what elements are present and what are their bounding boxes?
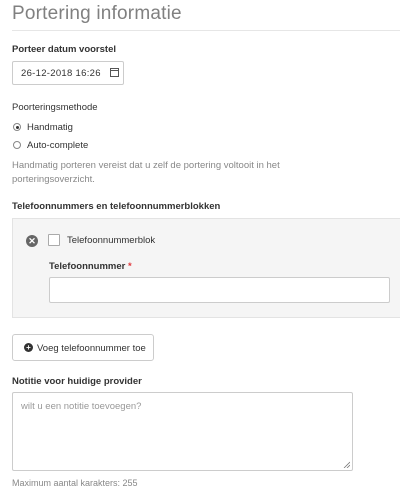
max-characters-text: Maximum aantal karakters: 255 bbox=[12, 478, 138, 488]
radio-auto-complete-label[interactable]: Auto-complete bbox=[27, 140, 88, 151]
numbers-label: Telefoonnummers en telefoonnummerblokken bbox=[12, 201, 221, 212]
phone-number-input[interactable] bbox=[49, 277, 390, 303]
phone-number-label: Telefoonnummer * bbox=[49, 261, 132, 272]
note-textarea[interactable]: wilt u een notitie toevoegen? bbox=[12, 392, 353, 471]
add-phone-number-button[interactable]: + Voeg telefoonnummer toe bbox=[12, 334, 154, 361]
block-checkbox[interactable] bbox=[48, 234, 60, 246]
resize-handle-icon[interactable] bbox=[343, 461, 350, 468]
plus-circle-icon: + bbox=[24, 343, 33, 352]
date-label: Porteer datum voorstel bbox=[12, 44, 116, 55]
required-marker: * bbox=[128, 261, 132, 272]
note-label: Notitie voor huidige provider bbox=[12, 376, 142, 387]
page-title: Portering informatie bbox=[12, 3, 182, 24]
title-divider bbox=[12, 30, 400, 31]
date-value: 26-12-2018 16:26 bbox=[21, 68, 101, 79]
note-placeholder: wilt u een notitie toevoegen? bbox=[21, 401, 142, 412]
remove-circle-icon[interactable]: ✕ bbox=[26, 235, 38, 247]
radio-handmatig-label[interactable]: Handmatig bbox=[27, 122, 73, 133]
phone-number-label-text: Telefoonnummer bbox=[49, 261, 126, 272]
method-label: Poorteringsmethode bbox=[12, 102, 98, 113]
phone-number-panel: ✕ Telefoonnummerblok Telefoonnummer * bbox=[12, 218, 400, 318]
date-input[interactable]: 26-12-2018 16:26 bbox=[12, 61, 124, 85]
calendar-icon[interactable] bbox=[110, 68, 119, 77]
radio-handmatig[interactable] bbox=[13, 123, 21, 131]
add-phone-number-label: Voeg telefoonnummer toe bbox=[37, 343, 146, 354]
block-checkbox-label[interactable]: Telefoonnummerblok bbox=[67, 235, 155, 246]
radio-auto-complete[interactable] bbox=[13, 141, 21, 149]
method-help-text: Handmatig porteren vereist dat u zelf de… bbox=[12, 160, 280, 185]
